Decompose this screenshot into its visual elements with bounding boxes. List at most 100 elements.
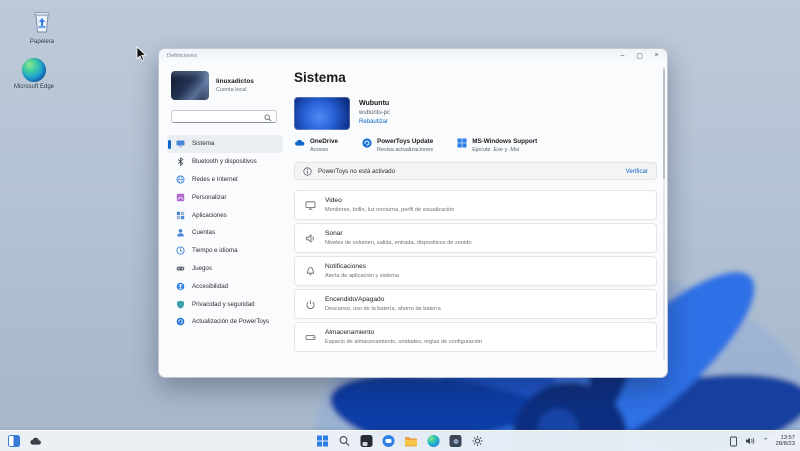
taskbar: ⌃ 13:57 28/8/23 <box>0 430 800 451</box>
quick-card-title: PowerToys Update <box>377 138 434 145</box>
bell-icon <box>306 266 315 275</box>
device-info: Wubuntu wubuntu-pc Rebautizar <box>294 97 657 130</box>
sidebar-nav: Sistema Bluetooth y dispositivos Redes e… <box>167 135 283 331</box>
terminal-icon[interactable] <box>360 435 373 447</box>
window-title: Definiciones <box>167 53 197 59</box>
powertoys-icon <box>362 138 372 148</box>
quick-card-ms-windows-support[interactable]: MS-Windows Support Ejecute .Exe y .Msi <box>457 138 537 153</box>
minimize-button[interactable]: – <box>614 49 631 62</box>
desktop: Papelera Microsoft Edge Definiciones – ▢… <box>0 0 800 451</box>
terminal-prompt <box>362 442 368 446</box>
powertoys-update-icon <box>176 318 185 326</box>
sidebar-item-juegos[interactable]: Juegos <box>167 260 283 278</box>
clock-date: 28/8/23 <box>775 441 795 447</box>
storage-icon <box>305 334 316 340</box>
taskbar-clock[interactable]: 13:57 28/8/23 <box>776 435 795 448</box>
time-language-icon <box>176 246 185 255</box>
widgets-icon[interactable] <box>8 435 20 447</box>
device-tray-icon[interactable] <box>729 436 738 447</box>
sidebar-item-aplicaciones[interactable]: Aplicaciones <box>167 206 283 224</box>
settings-window: Definiciones – ▢ × linuxadictos Cuenta l… <box>158 48 668 378</box>
account-type: Cuenta local <box>216 87 247 93</box>
maximize-button[interactable]: ▢ <box>631 49 648 62</box>
info-icon <box>303 166 312 176</box>
setting-card-sonar[interactable]: Sonar Niveles de volumen, salida, entrad… <box>294 223 657 253</box>
setting-subtitle: Descanso, uso de la batería, ahorro de b… <box>325 305 441 312</box>
avatar <box>171 71 209 100</box>
scrollbar-thumb[interactable] <box>663 69 665 179</box>
start-button[interactable] <box>317 435 329 447</box>
sidebar-item-actualizacion-powertoys[interactable]: Actualización de PowerToys <box>167 313 283 331</box>
quick-card-subtitle: Ejecute .Exe y .Msi <box>472 147 519 153</box>
rename-link[interactable]: Rebautizar <box>359 119 390 125</box>
privacy-icon <box>177 300 184 309</box>
desktop-icon-edge[interactable]: Microsoft Edge <box>10 58 58 91</box>
edge-taskbar-icon[interactable] <box>427 435 440 447</box>
settings-gear-icon[interactable] <box>472 435 484 447</box>
sidebar-item-bluetooth[interactable]: Bluetooth y dispositivos <box>167 153 283 171</box>
sidebar-item-cuentas[interactable]: Cuentas <box>167 224 283 242</box>
device-hostname: wubuntu-pc <box>359 110 391 116</box>
sidebar-item-personalizar[interactable]: Personalizar <box>167 188 283 206</box>
file-explorer-icon[interactable] <box>405 436 418 447</box>
quick-card-subtitle: Acceso <box>310 147 329 153</box>
quick-card-title: MS-Windows Support <box>472 138 538 145</box>
user-name: linuxadictos <box>216 78 254 85</box>
setting-title: Video <box>325 197 342 205</box>
onedrive-cloud-icon <box>295 139 305 146</box>
banner-message: PowerToys no está activado <box>318 167 396 175</box>
sidebar-item-redes[interactable]: Redes e Internet <box>167 171 283 189</box>
sidebar-item-sistema[interactable]: Sistema <box>167 135 283 153</box>
apps-icon <box>176 211 185 219</box>
search-icon <box>264 113 272 122</box>
setting-subtitle: Monitores, brillo, luz nocturna, perfil … <box>325 206 455 213</box>
window-scrollbar[interactable] <box>663 67 665 361</box>
setting-card-encendido-apagado[interactable]: Encendido/Apagado Descanso, uso de la ba… <box>294 289 657 319</box>
sidebar-item-tiempo-idioma[interactable]: Tiempo e idioma <box>167 242 283 260</box>
setting-subtitle: Alerta de aplicación y sistema <box>325 272 399 279</box>
accounts-icon <box>177 229 184 237</box>
setting-title: Almacenamiento <box>325 329 375 337</box>
camera-icon[interactable] <box>449 435 462 447</box>
verify-link[interactable]: Verificar <box>626 168 648 175</box>
accessibility-icon <box>176 282 185 291</box>
settings-sidebar: linuxadictos Cuenta local Sistema Blueto… <box>159 63 291 377</box>
display-icon <box>305 200 316 210</box>
desktop-icon-label: Microsoft Edge <box>13 84 55 90</box>
desktop-icon-recycle-bin[interactable]: Papelera <box>18 8 66 46</box>
setting-card-notificaciones[interactable]: Notificaciones Alerta de aplicación y si… <box>294 256 657 286</box>
bluetooth-icon <box>177 157 184 167</box>
chat-icon[interactable] <box>382 435 395 447</box>
device-name: Wubuntu <box>359 100 390 107</box>
camera-lens <box>453 438 458 444</box>
settings-main: Sistema Wubuntu wubuntu-pc Rebautizar On… <box>291 63 667 377</box>
search-taskbar-icon[interactable] <box>339 435 351 447</box>
setting-subtitle: Niveles de volumen, salida, entrada, dis… <box>325 239 472 246</box>
powertoys-banner: PowerToys no está activado Verificar <box>294 162 657 180</box>
mouse-cursor <box>136 46 147 62</box>
chevron-up-icon[interactable]: ⌃ <box>763 437 769 445</box>
volume-icon[interactable] <box>745 436 756 446</box>
quick-cards: OneDrive Acceso PowerToys Update Revisa … <box>294 138 657 153</box>
setting-title: Notificaciones <box>325 263 367 271</box>
power-icon <box>306 299 315 309</box>
quick-card-onedrive[interactable]: OneDrive Acceso <box>294 138 338 153</box>
quick-card-powertoys-update[interactable]: PowerToys Update Revisa actualizaciones <box>362 138 433 153</box>
edge-icon <box>22 58 46 82</box>
setting-card-video[interactable]: Video Monitores, brillo, luz nocturna, p… <box>294 190 657 220</box>
setting-subtitle: Espacio de almacenamiento, unidades, reg… <box>325 338 483 345</box>
setting-card-almacenamiento[interactable]: Almacenamiento Espacio de almacenamiento… <box>294 322 657 352</box>
sidebar-item-privacidad[interactable]: Privacidad y seguridad <box>167 295 283 313</box>
search-input[interactable] <box>171 110 277 123</box>
recycle-bin-icon <box>34 12 50 33</box>
close-button[interactable]: × <box>648 49 665 62</box>
setting-title: Sonar <box>325 230 343 238</box>
window-titlebar[interactable]: Definiciones – ▢ × <box>159 49 667 63</box>
cloud-icon[interactable] <box>29 436 42 446</box>
quick-card-title: OneDrive <box>310 138 338 145</box>
sidebar-item-accesibilidad[interactable]: Accesibilidad <box>167 277 283 295</box>
user-profile[interactable]: linuxadictos Cuenta local <box>171 71 283 100</box>
desktop-icon-label: Papelera <box>29 39 55 45</box>
quick-card-subtitle: Revisa actualizaciones <box>377 147 433 153</box>
windows-icon <box>457 138 467 148</box>
